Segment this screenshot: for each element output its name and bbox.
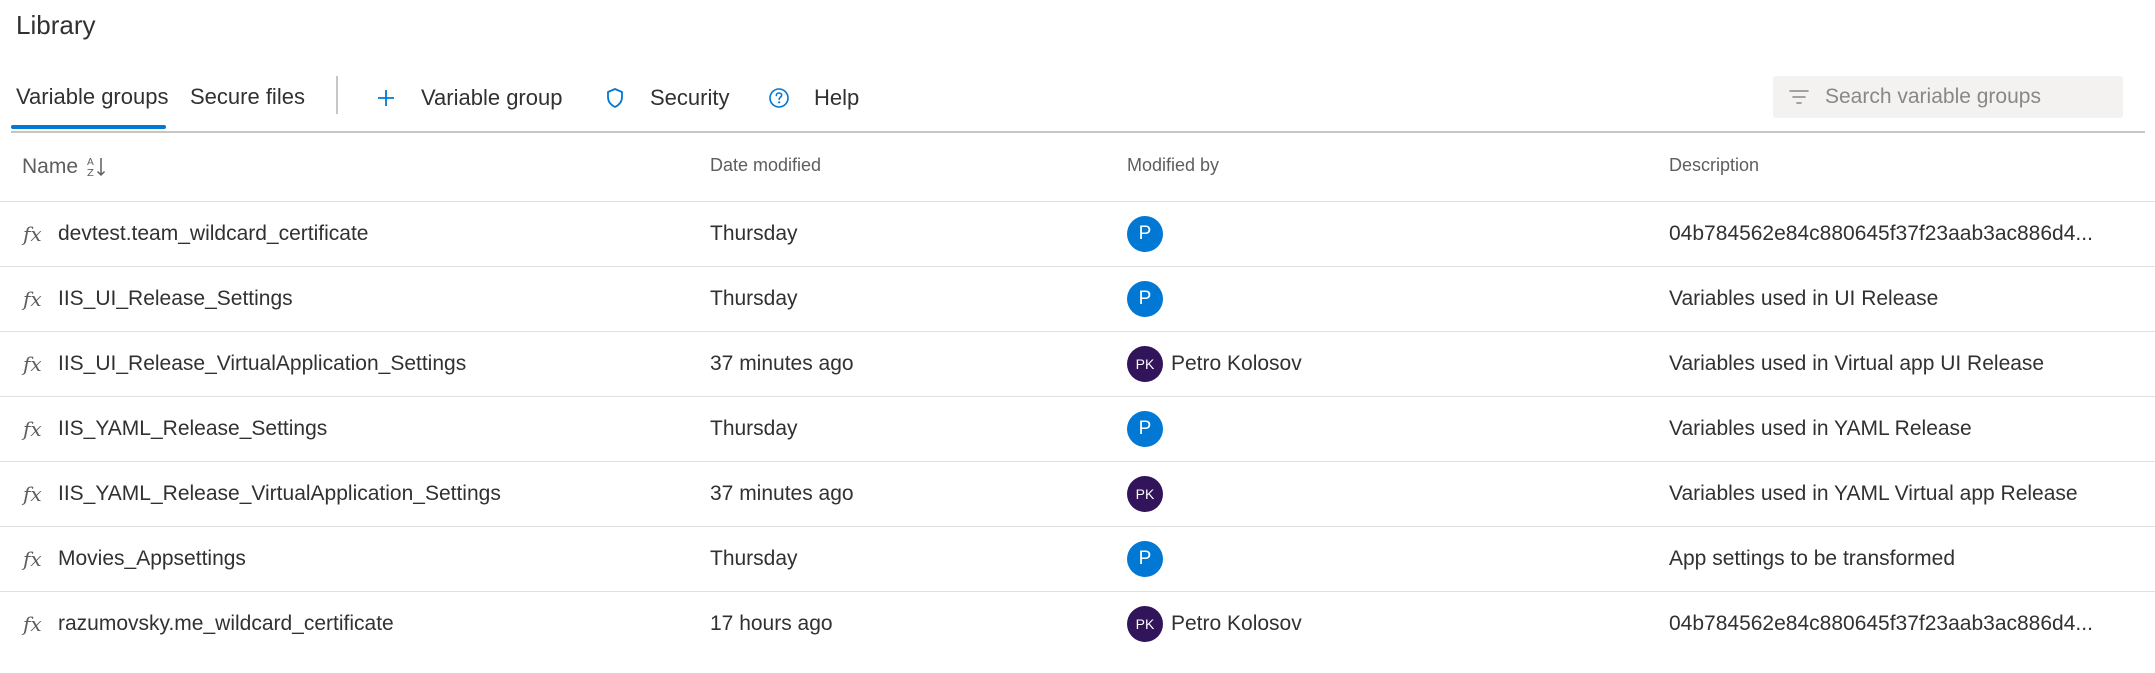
row-date-modified: Thursday bbox=[710, 287, 798, 310]
security-button[interactable]: Security bbox=[602, 80, 729, 116]
security-label: Security bbox=[650, 85, 730, 110]
command-bar: Variable groups Secure files Variable gr… bbox=[0, 60, 2145, 132]
shield-icon bbox=[602, 85, 628, 111]
column-header-modified-by[interactable]: Modified by bbox=[1127, 155, 1219, 176]
row-description: Variables used in YAML Virtual app Relea… bbox=[1669, 482, 2078, 505]
row-description: Variables used in Virtual app UI Release bbox=[1669, 352, 2045, 375]
row-date-modified: Thursday bbox=[710, 547, 798, 570]
avatar: P bbox=[1127, 216, 1163, 252]
row-modified-by: P bbox=[1127, 527, 1171, 591]
column-header-description[interactable]: Description bbox=[1669, 155, 1759, 176]
avatar: PK bbox=[1127, 346, 1163, 382]
modified-by-name: Petro Kolosov bbox=[1171, 352, 1302, 375]
avatar: PK bbox=[1127, 476, 1163, 512]
filter-icon bbox=[1789, 89, 1809, 105]
function-fx-icon: fx bbox=[23, 547, 42, 571]
row-name: razumovsky.me_wildcard_certificate bbox=[58, 612, 394, 635]
table-row[interactable]: fx devtest.team_wildcard_certificate Thu… bbox=[0, 202, 2155, 267]
table-row[interactable]: fx Movies_Appsettings Thursday P App set… bbox=[0, 527, 2155, 592]
row-name: devtest.team_wildcard_certificate bbox=[58, 222, 369, 245]
avatar: P bbox=[1127, 281, 1163, 317]
variable-groups-table: Name A Z Date modified Modified by Descr… bbox=[0, 133, 2155, 656]
function-fx-icon: fx bbox=[23, 222, 42, 246]
sort-ascending-icon: A Z bbox=[86, 155, 108, 179]
avatar: P bbox=[1127, 411, 1163, 447]
help-circle-icon bbox=[766, 85, 792, 111]
help-button[interactable]: Help bbox=[766, 80, 859, 116]
help-label: Help bbox=[814, 85, 860, 110]
row-description: Variables used in YAML Release bbox=[1669, 417, 1972, 440]
row-modified-by: PK Petro Kolosov bbox=[1127, 592, 1302, 656]
page-title: Library bbox=[16, 10, 96, 40]
search-input[interactable] bbox=[1823, 84, 2107, 110]
row-modified-by: PK bbox=[1127, 462, 1171, 526]
column-header-name-label: Name bbox=[22, 155, 79, 178]
row-name: IIS_UI_Release_Settings bbox=[58, 287, 293, 310]
column-header-date-modified[interactable]: Date modified bbox=[710, 155, 821, 176]
plus-icon bbox=[373, 85, 399, 111]
table-row[interactable]: fx IIS_YAML_Release_Settings Thursday P … bbox=[0, 397, 2155, 462]
row-date-modified: Thursday bbox=[710, 222, 798, 245]
active-tab-indicator bbox=[11, 125, 166, 129]
avatar: PK bbox=[1127, 606, 1163, 642]
row-name: IIS_UI_Release_VirtualApplication_Settin… bbox=[58, 352, 467, 375]
row-description: 04b784562e84c880645f37f23aab3ac886d4... bbox=[1669, 612, 2093, 635]
tab-divider bbox=[336, 76, 338, 114]
column-header-name[interactable]: Name A Z bbox=[22, 155, 108, 179]
row-modified-by: P bbox=[1127, 267, 1171, 331]
table-row[interactable]: fx IIS_YAML_Release_VirtualApplication_S… bbox=[0, 462, 2155, 527]
row-description: 04b784562e84c880645f37f23aab3ac886d4... bbox=[1669, 222, 2093, 245]
row-description: Variables used in UI Release bbox=[1669, 287, 1939, 310]
svg-text:A: A bbox=[87, 157, 94, 168]
row-date-modified: Thursday bbox=[710, 417, 798, 440]
row-modified-by: PK Petro Kolosov bbox=[1127, 332, 1302, 396]
svg-text:Z: Z bbox=[87, 168, 94, 179]
row-name: IIS_YAML_Release_VirtualApplication_Sett… bbox=[58, 482, 501, 505]
table-header: Name A Z Date modified Modified by Descr… bbox=[0, 133, 2155, 202]
row-modified-by: P bbox=[1127, 202, 1171, 266]
row-name: Movies_Appsettings bbox=[58, 547, 246, 570]
row-date-modified: 17 hours ago bbox=[710, 612, 833, 635]
function-fx-icon: fx bbox=[23, 287, 42, 311]
function-fx-icon: fx bbox=[23, 352, 42, 376]
function-fx-icon: fx bbox=[23, 612, 42, 636]
tab-secure-files[interactable]: Secure files bbox=[190, 84, 305, 110]
table-row[interactable]: fx IIS_UI_Release_Settings Thursday P Va… bbox=[0, 267, 2155, 332]
search-box[interactable] bbox=[1773, 76, 2123, 118]
row-name: IIS_YAML_Release_Settings bbox=[58, 417, 328, 440]
avatar: P bbox=[1127, 541, 1163, 577]
add-variable-group-button[interactable]: Variable group bbox=[373, 80, 562, 116]
function-fx-icon: fx bbox=[23, 417, 42, 441]
add-variable-group-label: Variable group bbox=[421, 85, 563, 110]
table-row[interactable]: fx IIS_UI_Release_VirtualApplication_Set… bbox=[0, 332, 2155, 397]
row-modified-by: P bbox=[1127, 397, 1171, 461]
tab-variable-groups[interactable]: Variable groups bbox=[16, 84, 168, 110]
row-date-modified: 37 minutes ago bbox=[710, 352, 854, 375]
modified-by-name: Petro Kolosov bbox=[1171, 612, 1302, 635]
table-row[interactable]: fx razumovsky.me_wildcard_certificate 17… bbox=[0, 592, 2155, 656]
row-date-modified: 37 minutes ago bbox=[710, 482, 854, 505]
function-fx-icon: fx bbox=[23, 482, 42, 506]
row-description: App settings to be transformed bbox=[1669, 547, 1955, 570]
